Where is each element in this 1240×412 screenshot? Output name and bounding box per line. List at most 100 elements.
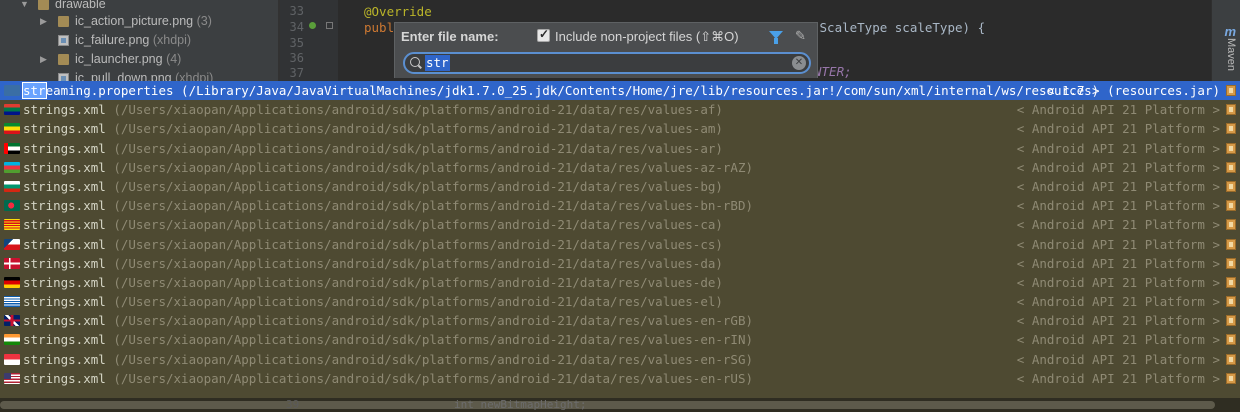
library-icon: [1226, 142, 1236, 154]
flag-icon: [4, 161, 20, 173]
result-path: (/Users/xiaopan/Applications/android/sdk…: [113, 217, 723, 233]
tree-item-label: ic_failure.png: [75, 33, 150, 47]
match-highlight: str: [23, 178, 46, 194]
library-icon: [1226, 315, 1236, 327]
result-name-rest: ings.xml: [45, 236, 106, 252]
result-location: < Android API 21 Platform >: [1016, 236, 1220, 252]
library-icon: [1226, 257, 1236, 269]
result-row[interactable]: strings.xml (/Users/xiaopan/Applications…: [0, 119, 1240, 138]
result-row[interactable]: strings.xml (/Users/xiaopan/Applications…: [0, 235, 1240, 254]
result-row[interactable]: strings.xml (/Users/xiaopan/Applications…: [0, 350, 1240, 369]
result-name-rest: ings.xml: [45, 294, 106, 310]
flag-icon: [4, 315, 20, 327]
result-name-rest: eaming.properties: [45, 83, 174, 98]
library-icon: [1226, 353, 1236, 365]
match-highlight: str: [23, 140, 46, 156]
code-text: .ScaleType scaleType) {: [812, 20, 986, 35]
result-path: (/Users/xiaopan/Applications/android/sdk…: [113, 236, 723, 252]
search-field[interactable]: str ✕: [403, 52, 811, 74]
clear-icon[interactable]: ✕: [792, 56, 806, 70]
result-name-rest: ings.xml: [45, 313, 106, 329]
result-row[interactable]: strings.xml (/Users/xiaopan/Applications…: [0, 139, 1240, 158]
result-location: < 1.7 > (resources.jar): [1046, 83, 1220, 98]
override-gutter-icon[interactable]: [309, 22, 316, 29]
match-highlight: str: [23, 159, 46, 175]
filter-icon[interactable]: [769, 31, 783, 44]
match-highlight: str: [23, 332, 46, 348]
scrollbar-thumb[interactable]: [0, 401, 1215, 409]
result-name-rest: ings.xml: [45, 255, 106, 271]
result-name-rest: ings.xml: [45, 217, 106, 233]
library-icon: [1226, 123, 1236, 135]
result-location: < Android API 21 Platform >: [1016, 217, 1220, 233]
fold-icon[interactable]: [326, 22, 333, 29]
result-name-rest: ings.xml: [45, 102, 106, 118]
result-name-rest: ings.xml: [45, 178, 106, 194]
result-row[interactable]: strings.xml (/Users/xiaopan/Applications…: [0, 100, 1240, 119]
tree-item-count: (3): [196, 14, 212, 28]
results-list: str eaming.properties (/Library/Java/Java…: [0, 81, 1240, 398]
match-highlight: str: [23, 294, 46, 310]
result-location: < Android API 21 Platform >: [1016, 351, 1220, 367]
result-name-rest: ings.xml: [45, 121, 106, 137]
library-icon: [1226, 219, 1236, 231]
result-path: (/Library/Java/JavaVirtualMachines/jdk1.…: [181, 83, 1100, 98]
result-path: (/Users/xiaopan/Applications/android/sdk…: [113, 294, 723, 310]
result-location: < Android API 21 Platform >: [1016, 274, 1220, 290]
flag-icon: [4, 276, 20, 288]
result-row[interactable]: strings.xml (/Users/xiaopan/Applications…: [0, 369, 1240, 388]
pin-icon[interactable]: ✎: [795, 28, 806, 44]
result-row[interactable]: strings.xml (/Users/xiaopan/Applications…: [0, 196, 1240, 215]
result-row[interactable]: strings.xml (/Users/xiaopan/Applications…: [0, 177, 1240, 196]
popup-title: Enter file name:: [401, 29, 499, 44]
flag-icon: [4, 296, 20, 308]
result-row[interactable]: strings.xml (/Users/xiaopan/Applications…: [0, 292, 1240, 311]
result-row[interactable]: strings.xml (/Users/xiaopan/Applications…: [0, 158, 1240, 177]
library-icon: [1226, 161, 1236, 173]
checkbox-checked-icon[interactable]: [537, 27, 550, 42]
library-icon: [1226, 296, 1236, 308]
horizontal-scrollbar[interactable]: [0, 398, 1240, 412]
match-highlight: str: [23, 198, 46, 214]
folder-icon: [38, 0, 49, 10]
goto-file-popup: Enter file name: Include non-project fil…: [394, 22, 818, 78]
tree-item-label: ic_launcher.png: [75, 52, 163, 66]
result-location: < Android API 21 Platform >: [1016, 140, 1220, 156]
library-icon: [1226, 85, 1236, 96]
result-location: < Android API 21 Platform >: [1016, 332, 1220, 348]
result-path: (/Users/xiaopan/Applications/android/sdk…: [113, 159, 754, 175]
tree-item-label: ic_action_picture.png: [75, 14, 194, 28]
result-path: (/Users/xiaopan/Applications/android/sdk…: [113, 313, 754, 329]
match-highlight: str: [23, 236, 46, 252]
result-location: < Android API 21 Platform >: [1016, 121, 1220, 137]
search-input[interactable]: str: [425, 55, 450, 71]
flag-icon: [4, 353, 20, 365]
result-row[interactable]: strings.xml (/Users/xiaopan/Applications…: [0, 254, 1240, 273]
flag-icon: [4, 104, 20, 116]
result-path: (/Users/xiaopan/Applications/android/sdk…: [113, 140, 723, 156]
maven-mark-icon: m: [1224, 24, 1236, 39]
library-icon: [1226, 334, 1236, 346]
chevron-right-icon[interactable]: ▶: [40, 12, 47, 31]
result-row[interactable]: strings.xml (/Users/xiaopan/Applications…: [0, 311, 1240, 330]
result-row[interactable]: strings.xml (/Users/xiaopan/Applications…: [0, 330, 1240, 349]
result-path: (/Users/xiaopan/Applications/android/sdk…: [113, 198, 754, 214]
result-path: (/Users/xiaopan/Applications/android/sdk…: [113, 274, 723, 290]
result-row[interactable]: strings.xml (/Users/xiaopan/Applications…: [0, 273, 1240, 292]
line-number: 39: [286, 398, 300, 411]
code-constant: NTER;: [814, 64, 852, 79]
flag-icon: [4, 334, 20, 346]
result-path: (/Users/xiaopan/Applications/android/sdk…: [113, 178, 723, 194]
flag-icon: [4, 180, 20, 192]
chevron-right-icon[interactable]: ▶: [40, 50, 47, 69]
result-row[interactable]: strings.xml (/Users/xiaopan/Applications…: [0, 215, 1240, 234]
result-name-rest: ings.xml: [45, 198, 106, 214]
result-row[interactable]: streaming.properties (/Library/Java/Java…: [0, 81, 1240, 101]
chevron-down-icon[interactable]: ▼: [20, 0, 29, 14]
result-name-rest: ings.xml: [45, 140, 106, 156]
code-keyword: publ: [364, 20, 395, 35]
result-location: < Android API 21 Platform >: [1016, 255, 1220, 271]
include-non-project-label[interactable]: Include non-project files (⇧⌘O): [555, 29, 739, 45]
flag-icon: [4, 257, 20, 269]
result-location: < Android API 21 Platform >: [1016, 294, 1220, 310]
